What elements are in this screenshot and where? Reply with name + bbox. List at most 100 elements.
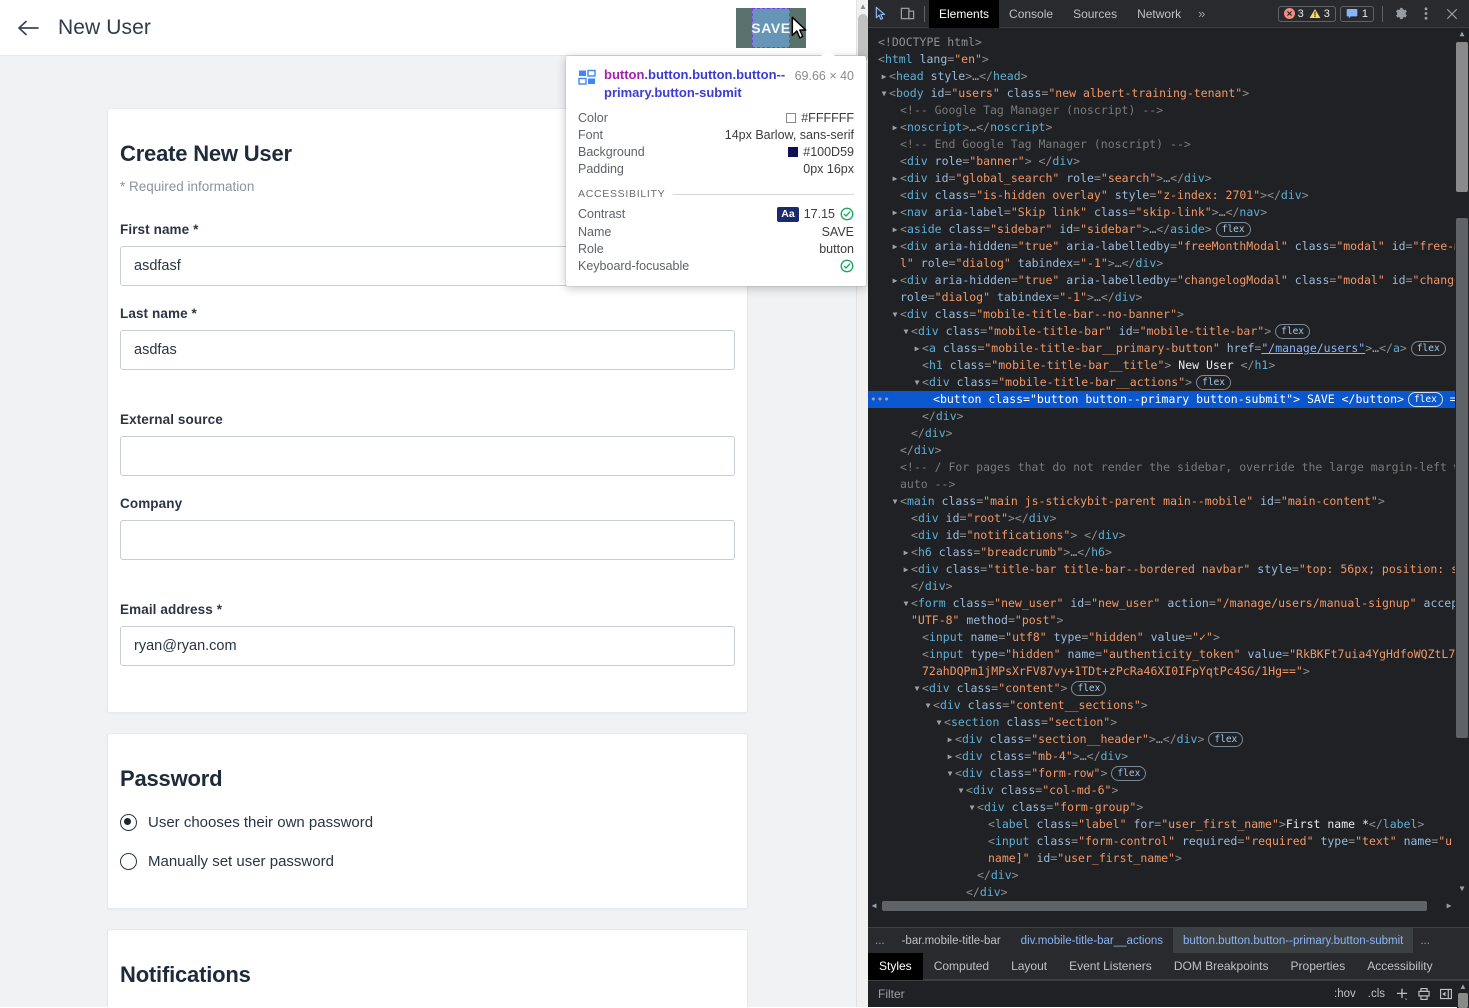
issues-counter[interactable]: 3 3 [1277,5,1336,22]
dom-tree-row[interactable]: ▶ <div class="mb-4">…</div> [868,748,1469,765]
more-vertical-icon[interactable] [1413,1,1439,27]
dom-tree-row[interactable]: <div id="root"></div> [868,510,1469,527]
company-input[interactable] [120,520,735,560]
dom-tree[interactable]: <!DOCTYPE html> <html lang="en"> ▶ <head st… [868,28,1469,913]
last-name-input[interactable] [120,330,735,370]
scrollbar-up-arrow-icon[interactable]: ▲ [857,0,868,12]
dom-tree-row[interactable]: ▼ <div class="mobile-title-bar--no-banner… [868,306,1469,323]
dom-expand-triangle-icon[interactable]: ▼ [945,765,955,782]
dom-tree-row-selected[interactable]: ••• <button class="button button--primary… [868,391,1469,408]
dom-expand-triangle-icon[interactable]: ▶ [901,544,911,561]
dom-tree-row[interactable]: ▼ <div class="content__sections"> [868,697,1469,714]
dom-tree-row[interactable]: ▼ <div class="content"> flex [868,680,1469,697]
dom-expand-triangle-icon[interactable]: ▶ [912,340,922,357]
dom-tree-row[interactable]: <h1 class="mobile-title-bar__title"> New… [868,357,1469,374]
dom-expand-triangle-icon[interactable]: ▶ [901,561,911,578]
close-icon[interactable] [1439,1,1465,27]
tab-console[interactable]: Console [999,0,1063,28]
dom-tree-row[interactable]: 72ahDQPm1jMPsXrFV87vy+1TDt+zPcRa46XI0IFp… [868,663,1469,680]
breadcrumb-item-button-current[interactable]: button.button.button--primary.button-sub… [1173,928,1414,953]
email-address-input[interactable] [120,626,735,666]
dom-tree-row[interactable]: <input class="form-control" required="re… [868,833,1469,850]
dom-tree-scroll-thumb[interactable] [1456,218,1468,738]
tab-event-listeners[interactable]: Event Listeners [1058,953,1163,980]
dom-tree-row[interactable]: ▼ <form class="new_user" id="new_user" ac… [868,595,1469,612]
styles-filter-input[interactable] [868,981,1328,1007]
dom-tree-row[interactable]: </div> [868,578,1469,595]
dom-tree-scroll-thumb-top[interactable] [1456,42,1468,192]
dom-tree-row[interactable]: ▶ <nav aria-label="Skip link" class="skip… [868,204,1469,221]
dom-tree-row[interactable]: ▶ <div aria-hidden="true" aria-labelledby… [868,238,1469,255]
dom-tree-row[interactable]: <!-- End Google Tag Manager (noscript) -… [868,136,1469,153]
breadcrumb-item-actions[interactable]: div.mobile-title-bar__actions [1011,928,1173,953]
tab-dom-breakpoints[interactable]: DOM Breakpoints [1163,953,1280,980]
dom-expand-triangle-icon[interactable]: ▶ [890,221,900,238]
tab-styles[interactable]: Styles [868,952,923,980]
dom-row-menu-icon[interactable]: ••• [870,391,890,408]
dom-tree-row[interactable]: ▶ <div id="global_search" role="search">…… [868,170,1469,187]
breadcrumb-overflow-left[interactable]: ... [868,935,892,947]
dom-tree-row[interactable]: ▼ <div class="mobile-title-bar" id="mobil… [868,323,1469,340]
dom-expand-triangle-icon[interactable]: ▼ [890,493,900,510]
dom-tree-row[interactable]: </div> [868,867,1469,884]
dom-expand-triangle-icon[interactable]: ▼ [912,374,922,391]
dom-tree-row[interactable]: ▶ <noscript>…</noscript> [868,119,1469,136]
dom-expand-triangle-icon[interactable]: ▼ [956,782,966,799]
dom-tree-row[interactable]: <!-- / For pages that do not render the … [868,459,1469,476]
dom-tree-row[interactable]: ▶ <head style>…</head> [868,68,1469,85]
warning-badge[interactable]: 3 [1309,8,1330,20]
dom-expand-triangle-icon[interactable]: ▼ [934,714,944,731]
dom-tree-hscrollbar[interactable]: ◀ ▶ [868,899,1455,913]
cls-toggle-button[interactable]: .cls [1362,988,1391,1000]
toggle-sidebar-icon[interactable] [1435,983,1457,1005]
dom-expand-triangle-icon[interactable]: ▼ [967,799,977,816]
dom-expand-triangle-icon[interactable]: ▶ [890,204,900,221]
dom-tree-row[interactable]: l" role="dialog" tabindex="-1">…</div> [868,255,1469,272]
dom-expand-triangle-icon[interactable]: ▼ [912,680,922,697]
device-toolbar-icon[interactable] [894,1,920,27]
error-badge[interactable]: 3 [1283,8,1304,20]
dom-expand-triangle-icon[interactable]: ▶ [945,731,955,748]
tab-elements[interactable]: Elements [929,0,1000,28]
dom-tree-row[interactable]: </div> [868,408,1469,425]
scroll-left-arrow-icon[interactable]: ◀ [868,899,880,913]
dom-expand-triangle-icon[interactable]: ▼ [901,595,911,612]
dom-tree-row[interactable]: ▶ <div class="section__header">…</div> fle… [868,731,1469,748]
dom-expand-triangle-icon[interactable]: ▼ [923,697,933,714]
dom-tree-row[interactable]: </div> [868,442,1469,459]
dom-tree-row[interactable]: ▶ <div aria-hidden="true" aria-labelledby… [868,272,1469,289]
tab-network[interactable]: Network [1127,0,1191,28]
dom-tree-row[interactable]: ▼ <div class="col-md-6"> [868,782,1469,799]
styles-scroll-up-arrow-icon[interactable]: ▲ [1458,981,1468,993]
dom-tree-row[interactable]: <div role="banner"> </div> [868,153,1469,170]
dom-expand-triangle-icon[interactable]: ▼ [901,323,911,340]
more-tabs-icon[interactable]: » [1191,6,1212,21]
dom-tree-row[interactable]: <label class="label" for="user_first_nam… [868,816,1469,833]
dom-tree-row[interactable]: ▶ <h6 class="breadcrumb">…</h6> [868,544,1469,561]
dom-tree-row[interactable]: ▼ <main class="main js-stickybit-parent m… [868,493,1469,510]
scroll-down-arrow-icon[interactable]: ▼ [1457,883,1467,895]
dom-tree-row[interactable]: ▶ <aside class="sidebar" id="sidebar">…</… [868,221,1469,238]
dom-tree-row[interactable]: name]" id="user_first_name"> [868,850,1469,867]
tab-layout[interactable]: Layout [1000,953,1058,980]
tab-accessibility[interactable]: Accessibility [1356,953,1443,980]
dom-tree-row[interactable]: ▶ <div class="title-bar title-bar--border… [868,561,1469,578]
hov-toggle-button[interactable]: :hov [1328,988,1362,1000]
external-source-input[interactable] [120,436,735,476]
print-media-icon[interactable] [1413,983,1435,1005]
dom-tree-row[interactable]: <div class="is-hidden overlay" style="z-… [868,187,1469,204]
dom-tree-row[interactable]: role="dialog" tabindex="-1">…</div> [868,289,1469,306]
dom-expand-triangle-icon[interactable]: ▶ [945,748,955,765]
inspect-cursor-icon[interactable] [868,1,894,27]
breadcrumb-overflow-right[interactable]: ... [1413,935,1437,947]
dom-tree-row[interactable]: <input name="utf8" type="hidden" value="… [868,629,1469,646]
dom-tree-row[interactable]: ▼ <section class="section"> [868,714,1469,731]
dom-tree-row[interactable]: auto --> [868,476,1469,493]
add-style-rule-icon[interactable] [1391,983,1413,1005]
radio-row-manually-set-password[interactable]: Manually set user password [120,853,735,870]
dom-tree-row[interactable]: ▼ <div class="form-row"> flex [868,765,1469,782]
radio-manually-set-password[interactable] [120,853,137,870]
gear-icon[interactable] [1387,1,1413,27]
dom-expand-triangle-icon[interactable]: ▶ [890,119,900,136]
breadcrumb-item-mobile-title-bar[interactable]: -bar.mobile-title-bar [892,928,1011,953]
